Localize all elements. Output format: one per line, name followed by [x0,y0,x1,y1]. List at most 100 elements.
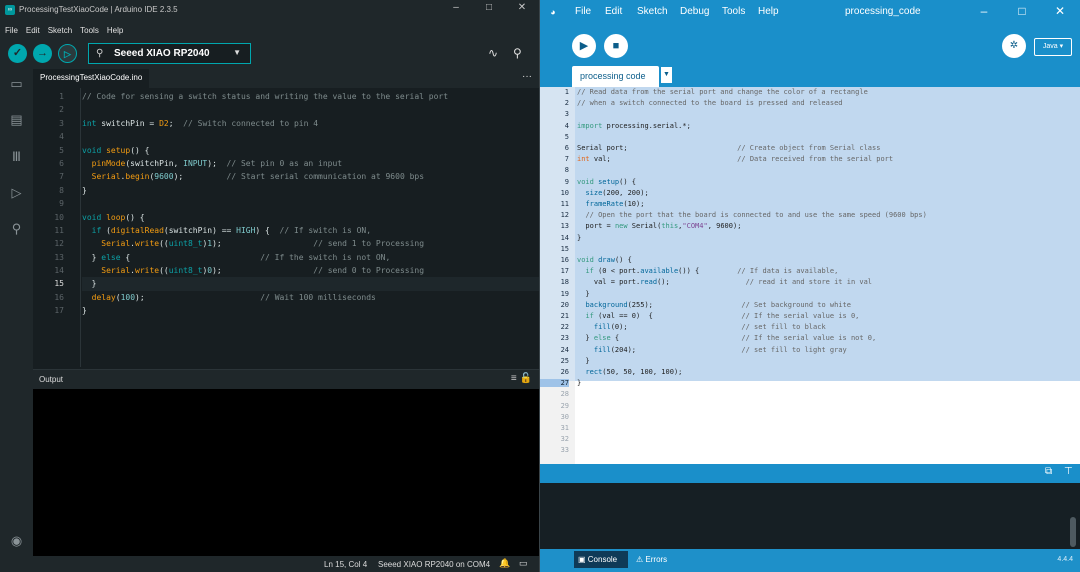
run-button[interactable]: ▶ [572,34,596,58]
code-line: } [82,185,87,195]
code-line: background(255); // Set background to wh… [585,300,851,309]
console-tab[interactable]: ▣ Console [574,551,628,568]
serial-plotter-icon[interactable]: ∿ [488,46,498,60]
code-line: void setup() { [577,177,637,186]
code-line-current: } [82,277,540,291]
tab-menu-chevron-icon[interactable]: ▼ [661,67,672,83]
processing-footer: ▣ Console ⚠ Errors 4.4.4 [540,549,1080,572]
status-board[interactable]: Seeed XIAO RP2040 on COM4 [378,560,490,569]
menu-edit[interactable]: Edit [605,6,622,17]
line-number: 10 [560,188,569,197]
line-number: 1 [564,88,569,96]
code-text[interactable]: // Code for sensing a switch status and … [82,90,540,318]
arduino-sidebar: ▭ ▤ Ⅲ ▷ ⚲ ◉ [0,69,33,572]
arduino-code-editor[interactable]: 1 2 3 4 5 6 7 8 9 10 11 12 13 14 15 16 17 // Code for se… [33,88,540,367]
code-line: Serial.write((uint8_t)1); // send 1 to P… [101,239,425,249]
toggle-panel-icon[interactable]: ▭ [519,558,528,569]
minimize-icon[interactable]: – [975,4,993,18]
minimize-icon[interactable]: – [448,2,464,13]
menu-file[interactable]: File [575,6,591,17]
code-line: port = new Serial(this,"COM4", 9600); [577,222,742,231]
mode-selector[interactable]: Java ▾ [1034,38,1072,56]
arduino-ide-window: ∞ ProcessingTestXiaoCode | Arduino IDE 2… [0,0,540,572]
filter-icon[interactable]: ⊤ [1064,466,1073,477]
output-console[interactable] [33,389,540,556]
code-line: } [577,356,590,365]
line-number: 5 [564,132,569,141]
line-number: 15 [560,244,569,253]
menu-debug[interactable]: Debug [680,6,709,17]
library-manager-icon[interactable]: Ⅲ [7,148,26,166]
code-line: frameRate(10); [585,200,645,208]
menu-help[interactable]: Help [107,26,123,35]
line-number: 33 [560,446,569,455]
output-panel-header: Output ≡ 🔓 [33,369,540,389]
errors-tab[interactable]: ⚠ Errors [636,551,667,568]
notification-bell-icon[interactable]: 🔔 [499,558,510,569]
line-number: 31 [560,424,569,432]
line-number: 16 [54,292,64,302]
debug-button[interactable]: ▷ [58,44,77,63]
sketchbook-folder-icon[interactable]: ▭ [7,75,26,93]
line-number: 17 [54,306,64,316]
menu-tools[interactable]: Tools [80,26,99,35]
maximize-icon[interactable]: □ [481,2,497,13]
maximize-icon[interactable]: □ [1013,4,1031,18]
code-line: } [82,306,87,316]
menu-edit[interactable]: Edit [26,26,40,35]
search-icon[interactable]: ⚲ [7,220,26,238]
upload-button[interactable]: → [33,44,52,63]
code-line: } [577,289,590,298]
code-line: pinMode(switchPin, INPUT); // Set pin 0 … [91,158,343,168]
lock-icon[interactable]: 🔓 [520,373,532,384]
verify-button[interactable]: ✓ [8,44,27,63]
serial-monitor-icon[interactable]: ⚲ [513,46,522,60]
code-line: if (val == 0) { // If the serial value i… [585,312,860,320]
debug-icon[interactable]: ▷ [7,184,26,202]
menu-sketch[interactable]: Sketch [637,6,668,17]
output-panel-icons: ≡ 🔓 [511,373,532,384]
line-number: 11 [560,200,569,208]
line-number: 8 [59,185,64,195]
code-line: // when a switch connected to the board … [577,99,843,108]
line-number: 23 [560,334,569,343]
processing-console[interactable] [540,483,1080,549]
copy-icon[interactable]: ⧉ [1045,466,1052,477]
code-line: } else { // If the serial value is not 0… [577,334,877,343]
line-number: 3 [59,118,64,128]
tab-processing-code[interactable]: processing code [572,66,659,87]
tab-sketch-file[interactable]: ProcessingTestXiaoCode.ino [33,69,150,88]
menu-tools[interactable]: Tools [722,6,745,17]
code-line: Serial.begin(9600); // Start serial comm… [91,172,425,182]
line-number: 12 [54,239,64,249]
code-line: } [577,379,582,388]
line-number: 30 [560,412,569,421]
menu-sketch[interactable]: Sketch [48,26,72,35]
code-line: } else { // If the switch is not ON, [82,252,391,262]
debugger-button[interactable]: ✲ [1002,34,1026,58]
stop-button[interactable]: ■ [604,34,628,58]
line-number: 7 [59,172,64,182]
board-selector[interactable]: ⚲ Seeed XIAO RP2040 ▼ [88,43,251,64]
line-number: 20 [560,300,569,309]
close-icon[interactable]: ✕ [1051,4,1069,18]
code-line: val = port.read(); // read it and store … [577,278,873,287]
line-number: 28 [560,390,569,399]
arduino-titlebar: ∞ ProcessingTestXiaoCode | Arduino IDE 2… [0,0,540,20]
board-selector-label: Seeed XIAO RP2040 [114,48,210,59]
menu-file[interactable]: File [5,26,18,35]
more-options-icon[interactable]: ··· [522,71,532,82]
menu-help[interactable]: Help [758,6,779,17]
line-number: 19 [560,289,569,298]
console-scrollbar[interactable] [1070,517,1076,547]
close-icon[interactable]: ✕ [514,2,530,13]
boards-manager-icon[interactable]: ▤ [7,111,26,129]
account-icon[interactable]: ◉ [7,532,26,550]
processing-code-editor[interactable]: 1 2 3 4 5 6 7 8 9 10 11 12 13 14 15 16 17 18 19 20 21 22 23 24 2… [540,87,1080,464]
line-number: 4 [564,121,569,130]
code-line: size(200, 200); [585,188,649,197]
clear-output-icon[interactable]: ≡ [511,373,517,384]
